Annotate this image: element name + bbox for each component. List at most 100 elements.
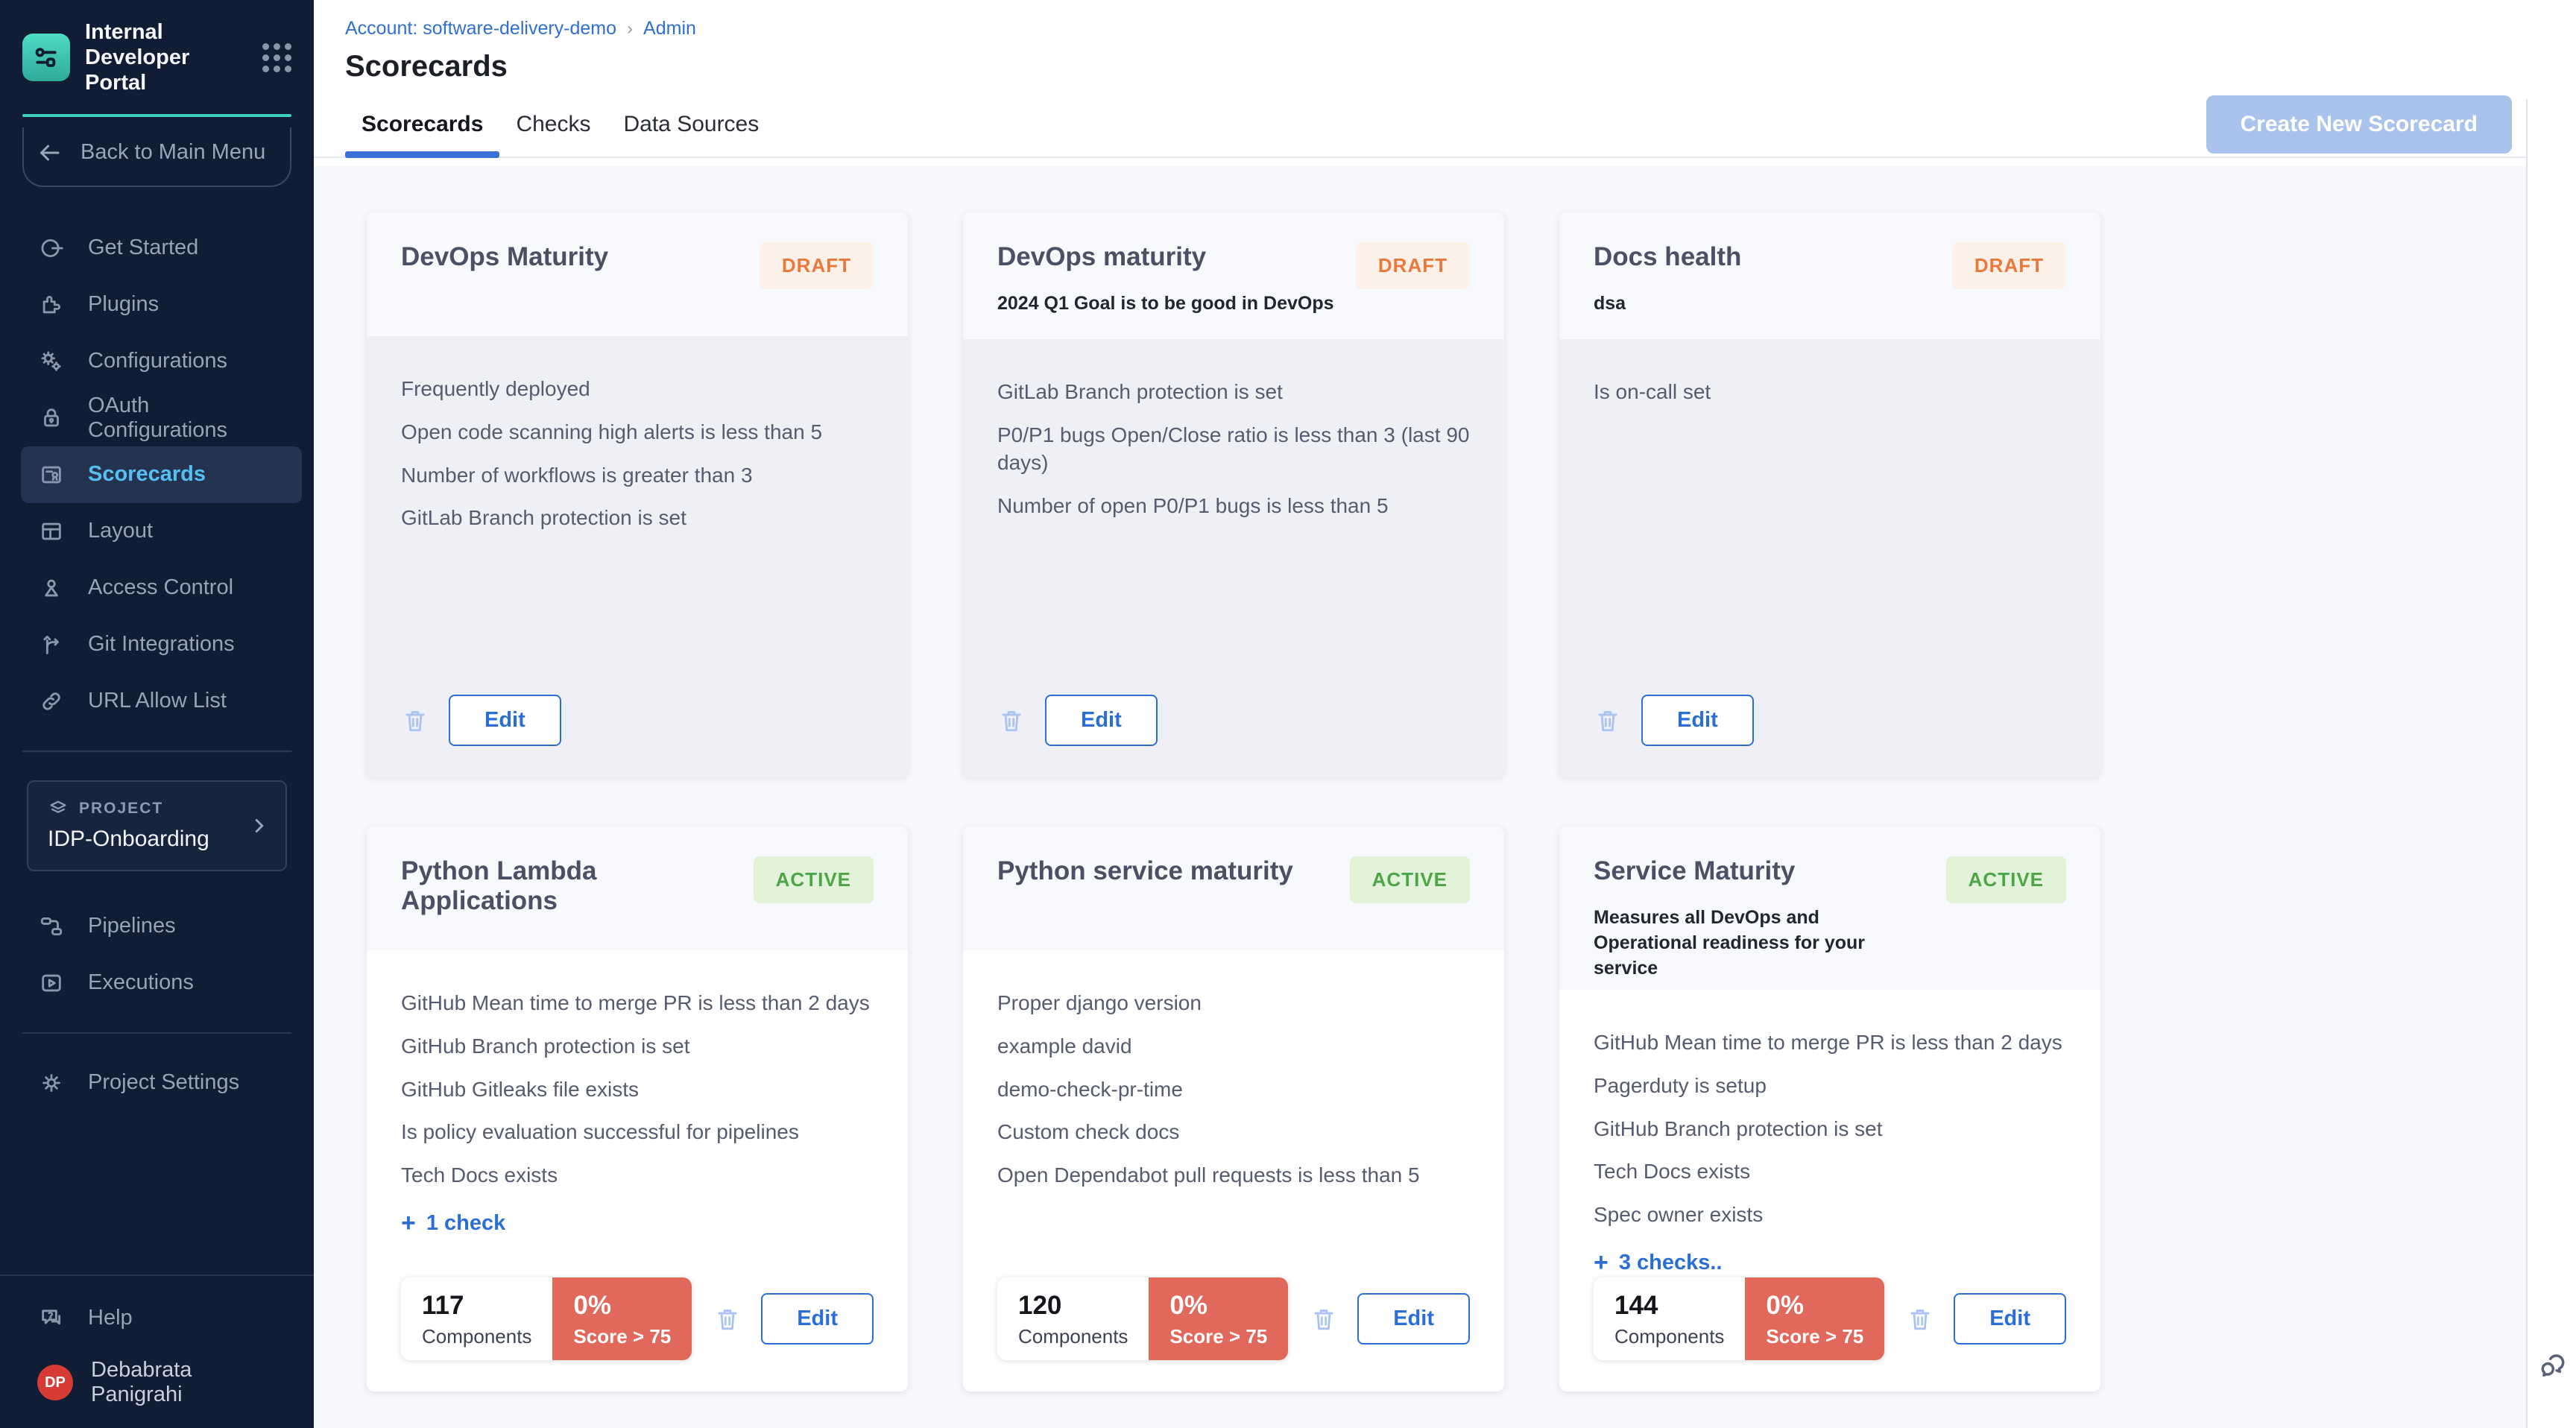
check-item: Open Dependabot pull requests is less th… [997,1161,1470,1190]
tab-checks[interactable]: Checks [499,92,607,157]
sidebar-footer: Help DP Debabrata Panigrahi [0,1274,314,1428]
check-item: demo-check-pr-time [997,1075,1470,1104]
score-label: Score > 75 [1766,1325,1863,1348]
card-title: Service Maturity [1594,856,1928,886]
components-label: Components [1614,1325,1724,1348]
tab-data-sources[interactable]: Data Sources [607,92,775,157]
sidebar-item-executions[interactable]: Executions [21,955,302,1011]
delete-icon[interactable] [997,707,1026,735]
link-icon [37,689,66,714]
support-chat-icon[interactable] [2536,1349,2569,1382]
tab-scorecards[interactable]: Scorecards [345,92,499,157]
gears-icon [37,349,66,374]
sidebar-item-configurations[interactable]: Configurations [21,333,302,390]
page-header: Account: software-delivery-demo › Admin … [314,0,2576,83]
score-badge: 0% Score > 75 [1745,1277,1884,1360]
check-item: Pagerduty is setup [1594,1072,2066,1100]
score-badge: 0% Score > 75 [552,1277,692,1360]
scorecard-icon [37,462,66,487]
layout-icon [37,519,66,544]
sidebar-item-project-settings[interactable]: Project Settings [21,1055,302,1111]
page-title: Scorecards [345,50,2576,83]
status-badge: DRAFT [760,242,874,289]
expand-checks-link[interactable]: + 1 check [401,1209,874,1238]
arrow-left-icon [36,139,63,166]
scorecard-card-python-service-maturity: Python service maturity ACTIVE Proper dj… [963,827,1504,1391]
expand-checks-link[interactable]: + 3 checks.. [1594,1248,2066,1277]
card-title: Python service maturity [997,856,1332,886]
sidebar-item-layout[interactable]: Layout [21,503,302,560]
status-badge: DRAFT [1952,242,2066,289]
delete-icon[interactable] [1906,1305,1934,1333]
card-title: DevOps maturity [997,242,1338,272]
breadcrumb-account-link[interactable]: Account: software-delivery-demo [345,18,616,40]
plus-icon: + [401,1209,416,1238]
plugin-icon [37,292,66,317]
breadcrumb-admin-link[interactable]: Admin [643,18,696,40]
check-item: Spec owner exists [1594,1201,2066,1229]
admin-nav: Get Started Plugins Configurations [0,220,314,730]
scorecard-card-devops-maturity: DevOps Maturity DRAFT Frequently deploye… [367,212,908,777]
brand-title: Internal Developer Portal [85,19,242,96]
check-item: GitHub Gitleaks file exists [401,1075,874,1104]
check-item: GitHub Mean time to merge PR is less tha… [1594,1029,2066,1057]
edit-button[interactable]: Edit [1641,695,1754,746]
delete-icon[interactable] [401,707,429,735]
more-checks-label: 3 checks.. [1619,1251,1723,1275]
project-selector[interactable]: PROJECT IDP-Onboarding [27,780,287,871]
more-checks-label: 1 check [426,1211,505,1236]
score-percent: 0% [573,1291,671,1321]
delete-icon[interactable] [1310,1305,1338,1333]
pipelines-icon [37,914,66,939]
components-label: Components [422,1325,531,1348]
score-label: Score > 75 [573,1325,671,1348]
status-badge: ACTIVE [1946,856,2066,903]
main-area: Account: software-delivery-demo › Admin … [314,0,2576,1428]
plus-icon: + [1594,1248,1609,1277]
edit-button[interactable]: Edit [1357,1293,1470,1345]
check-item: Number of workflows is greater than 3 [401,461,874,490]
check-item: Tech Docs exists [401,1161,874,1190]
edit-button[interactable]: Edit [761,1293,874,1345]
git-branch-icon [37,632,66,657]
scorecard-card-docs-health: Docs health dsa DRAFT Is on-call set Edi… [1559,212,2100,777]
sidebar-item-oauth-configurations[interactable]: OAuth Configurations [21,390,302,446]
sidebar-divider [22,1032,291,1034]
sidebar-item-git-integrations[interactable]: Git Integrations [21,616,302,673]
score-stats: 144 Components 0% Score > 75 [1594,1277,1884,1360]
sidebar-item-access-control[interactable]: Access Control [21,560,302,616]
edit-button[interactable]: Edit [1045,695,1158,746]
sidebar-item-pipelines[interactable]: Pipelines [21,898,302,955]
user-menu[interactable]: DP Debabrata Panigrahi [21,1356,302,1409]
components-count: 120 [1018,1291,1128,1321]
sidebar-item-help[interactable]: Help [21,1289,302,1346]
check-item: Number of open P0/P1 bugs is less than 5 [997,492,1470,520]
card-title: Docs health [1594,242,1934,272]
sidebar: Internal Developer Portal Back to Main M… [0,0,314,1428]
create-new-scorecard-button[interactable]: Create New Scorecard [2206,95,2513,154]
check-item: GitHub Branch protection is set [401,1032,874,1061]
scorecard-card-service-maturity: Service Maturity Measures all DevOps and… [1559,827,2100,1391]
check-item: Frequently deployed [401,375,874,403]
sidebar-item-url-allow-list[interactable]: URL Allow List [21,673,302,730]
check-item: GitHub Branch protection is set [1594,1115,2066,1143]
check-item: P0/P1 bugs Open/Close ratio is less than… [997,421,1470,478]
edit-button[interactable]: Edit [1954,1293,2066,1345]
lock-icon [37,405,66,431]
brand-header: Internal Developer Portal [0,0,314,114]
edit-button[interactable]: Edit [449,695,561,746]
delete-icon[interactable] [713,1305,742,1333]
module-grid-icon[interactable] [262,43,291,72]
check-item: GitLab Branch protection is set [401,504,874,532]
sidebar-item-get-started[interactable]: Get Started [21,220,302,277]
delete-icon[interactable] [1594,707,1622,735]
sidebar-item-scorecards[interactable]: Scorecards [21,446,302,503]
layers-icon [48,798,69,819]
back-to-main-menu[interactable]: Back to Main Menu [22,127,291,187]
sidebar-item-plugins[interactable]: Plugins [21,277,302,333]
cards-grid: DevOps Maturity DRAFT Frequently deploye… [367,212,2100,1391]
components-label: Components [1018,1325,1128,1348]
check-item: GitHub Mean time to merge PR is less tha… [401,989,874,1017]
get-started-icon [37,236,66,261]
check-item: Proper django version [997,989,1470,1017]
